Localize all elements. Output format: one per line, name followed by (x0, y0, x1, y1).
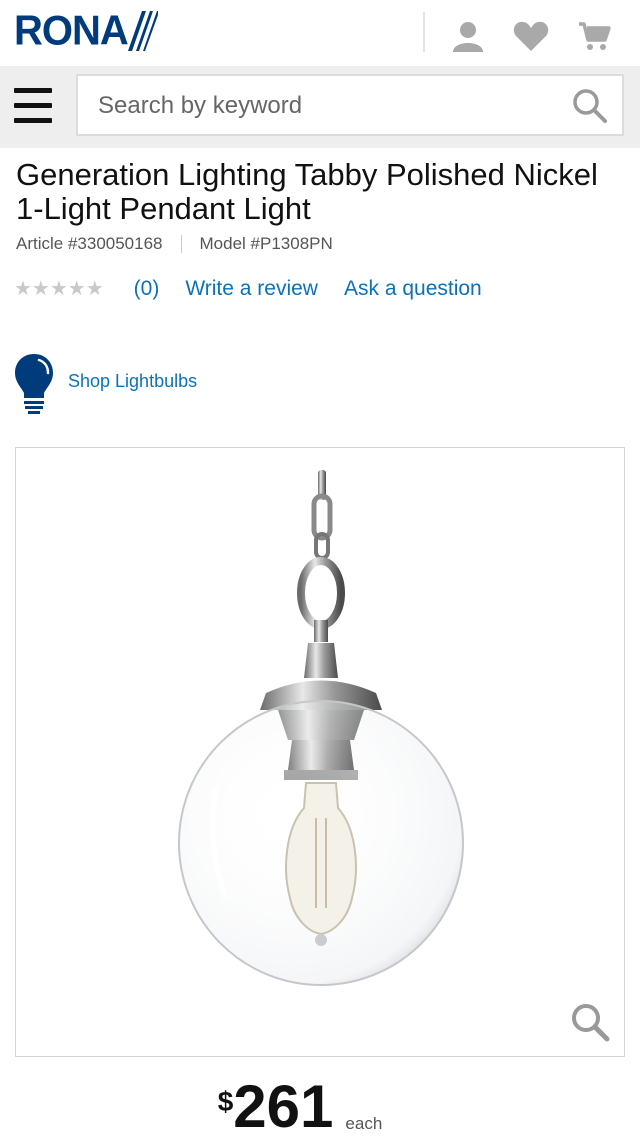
wishlist-heart-icon[interactable] (513, 18, 549, 54)
cart-icon[interactable] (576, 18, 612, 54)
rona-logo[interactable]: RONA (14, 10, 158, 52)
model-number: Model #P1308PN (199, 234, 333, 253)
header-divider (423, 12, 425, 52)
article-number: Article #330050168 (16, 234, 163, 253)
product-identifiers: Article #330050168 Model #P1308PN (16, 234, 333, 254)
zoom-icon[interactable] (570, 1002, 610, 1042)
search-input[interactable] (96, 76, 560, 136)
shop-lightbulbs-promo[interactable]: Shop Lightbulbs (14, 352, 197, 416)
hamburger-menu-icon[interactable] (14, 88, 54, 124)
price-amount: 261 (233, 1073, 334, 1140)
ask-question-link[interactable]: Ask a question (344, 277, 482, 301)
pendant-light-image (178, 470, 464, 986)
top-header: RONA (0, 0, 640, 66)
search-box (76, 74, 624, 136)
shop-lightbulbs-link[interactable]: Shop Lightbulbs (68, 371, 197, 392)
search-bar (0, 66, 640, 148)
account-icon[interactable] (450, 18, 486, 54)
product-image[interactable] (15, 447, 625, 1057)
rating-stars: ★★★★★ (14, 278, 104, 300)
product-price: $ 261 each (0, 1072, 640, 1140)
review-count-link[interactable]: (0) (134, 277, 160, 301)
price-currency: $ (217, 1086, 234, 1117)
product-title: Generation Lighting Tabby Polished Nicke… (16, 157, 598, 226)
logo-stripes-icon (127, 11, 158, 51)
brand-name: RONA (14, 7, 129, 55)
price-unit: each (345, 1114, 383, 1133)
write-review-link[interactable]: Write a review (185, 277, 318, 301)
rating-row: ★★★★★ (0) Write a review Ask a question (14, 276, 482, 301)
search-icon[interactable] (572, 88, 608, 124)
id-divider (180, 235, 182, 253)
lightbulb-icon (15, 354, 53, 414)
